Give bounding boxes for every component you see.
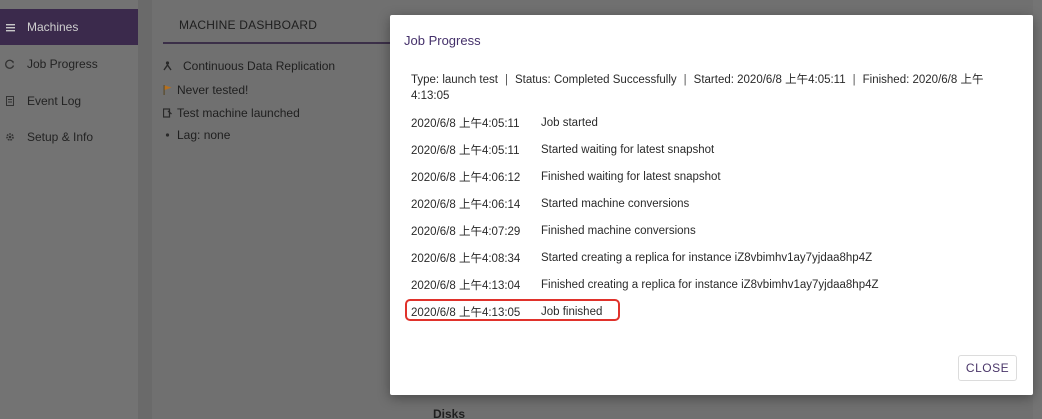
event-message: Job started (541, 117, 598, 129)
job-started: Started: 2020/6/8 上午4:05:11 (693, 74, 846, 86)
sidebar-item-label: Event Log (27, 94, 82, 108)
event-time: 2020/6/8 上午4:06:12 (411, 172, 521, 184)
gear-icon (5, 132, 15, 142)
right-edge (1033, 0, 1042, 419)
sidebar-item-event-log[interactable]: Event Log (0, 83, 138, 119)
job-type: Type: launch test (411, 74, 498, 86)
replication-label: Continuous Data Replication (183, 59, 336, 73)
job-finished: Finished: 2020/6/8 上午 (862, 74, 984, 86)
job-status: Status: Completed Successfully (514, 74, 677, 86)
test-status-label: Never tested! (177, 83, 249, 97)
event-time: 2020/6/8 上午4:05:11 (411, 118, 520, 130)
launch-status-label: Test machine launched (177, 106, 300, 120)
event-message: Finished waiting for latest snapshot (541, 171, 721, 183)
event-row: 2020/6/8 上午4:08:34 Started creating a re… (411, 250, 872, 266)
sidebar: Machines Job Progress Event Log Setup & … (0, 0, 138, 419)
event-message: Finished machine conversions (541, 225, 696, 237)
event-time: 2020/6/8 上午4:07:29 (411, 226, 521, 238)
dashboard-title: MACHINE DASHBOARD (179, 18, 318, 32)
event-message: Started creating a replica for instance … (541, 252, 873, 264)
event-message: Started machine conversions (541, 198, 690, 210)
modal-title: Job Progress (404, 33, 481, 48)
sidebar-item-label: Setup & Info (27, 130, 94, 144)
sidebar-item-label: Job Progress (27, 57, 98, 71)
machine-dashboard-header: MACHINE DASHBOARD (163, 8, 398, 44)
test-status: Never tested! (163, 82, 248, 98)
event-time: 2020/6/8 上午4:05:11 (411, 145, 520, 157)
event-row: 2020/6/8 上午4:06:12 Finished waiting for … (411, 169, 721, 185)
sidebar-item-job-progress[interactable]: Job Progress (0, 46, 138, 82)
sidebar-item-setup-info[interactable]: Setup & Info (0, 119, 138, 155)
disks-heading: Disks (433, 407, 466, 419)
list-icon (5, 22, 15, 32)
event-row: 2020/6/8 上午4:13:04 Finished creating a r… (411, 277, 879, 293)
replication-icon (163, 61, 172, 71)
job-progress-modal: Job Progress Type: launch test | Status: C… (390, 15, 1033, 395)
separator: | (852, 74, 856, 86)
event-time: 2020/6/8 上午4:08:34 (411, 253, 521, 265)
test-icon (163, 108, 172, 118)
lag-status: Lag: none (163, 127, 230, 143)
job-summary: Type: launch test | Status: Completed Succ… (411, 72, 1017, 104)
sidebar-item-label: Machines (27, 20, 79, 34)
event-row: 2020/6/8 上午4:06:14 Started machine conve… (411, 196, 689, 212)
event-time: 2020/6/8 上午4:13:04 (411, 280, 521, 292)
separator: | (683, 74, 687, 86)
launch-status: Test machine launched (163, 105, 300, 121)
flag-icon (163, 85, 172, 95)
separator: | (504, 74, 508, 86)
job-finished-time: 4:13:05 (411, 90, 450, 102)
sidebar-item-machines[interactable]: Machines (0, 9, 138, 45)
bullet-icon (163, 130, 172, 140)
lag-label: Lag: none (177, 128, 231, 142)
sidebar-gutter (138, 0, 152, 419)
refresh-icon (5, 59, 15, 69)
close-button[interactable]: CLOSE (958, 355, 1017, 381)
replication-status: Continuous Data Replication (163, 58, 335, 74)
event-row: 2020/6/8 上午4:07:29 Finished machine conv… (411, 223, 696, 239)
event-message: Started waiting for latest snapshot (541, 144, 715, 156)
app-root: Machines Job Progress Event Log Setup & … (0, 0, 1042, 419)
event-row: 2020/6/8 上午4:05:11 Started waiting for l… (411, 142, 714, 158)
document-icon (5, 96, 15, 106)
event-row: 2020/6/8 上午4:05:11 Job started (411, 115, 598, 131)
event-message: Finished creating a replica for instance… (541, 279, 879, 291)
highlight-annotation (405, 299, 620, 321)
event-time: 2020/6/8 上午4:06:14 (411, 199, 521, 211)
